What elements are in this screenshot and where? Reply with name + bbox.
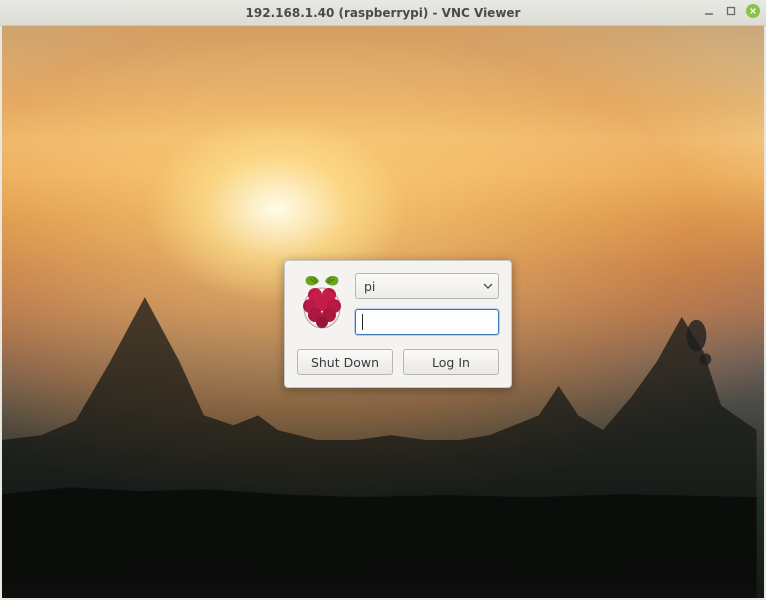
minimize-button[interactable]	[702, 4, 716, 18]
window-title: 192.168.1.40 (raspberrypi) - VNC Viewer	[246, 6, 521, 20]
raspberry-pi-logo	[297, 273, 347, 335]
username-select[interactable]: pi	[355, 273, 499, 299]
password-input[interactable]	[355, 309, 499, 335]
username-value: pi	[364, 279, 375, 294]
vnc-viewport: pi Shut Down Log In	[2, 26, 764, 598]
shutdown-button[interactable]: Shut Down	[297, 349, 393, 375]
close-button[interactable]	[746, 4, 760, 18]
window-controls	[702, 4, 760, 18]
chevron-down-icon	[483, 281, 493, 291]
login-button[interactable]: Log In	[403, 349, 499, 375]
raspberry-leaves-icon	[306, 276, 339, 285]
maximize-button[interactable]	[724, 4, 738, 18]
shutdown-label: Shut Down	[311, 355, 379, 370]
text-caret	[362, 314, 363, 330]
raspberry-berry-icon	[303, 288, 341, 328]
window-titlebar: 192.168.1.40 (raspberrypi) - VNC Viewer	[0, 0, 766, 26]
login-panel: pi Shut Down Log In	[284, 260, 512, 388]
login-label: Log In	[432, 355, 470, 370]
taskbar-area	[2, 568, 764, 598]
